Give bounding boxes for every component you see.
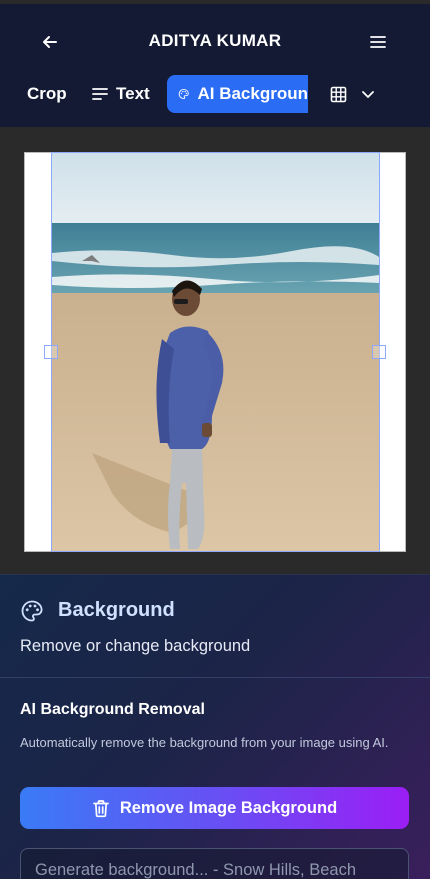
section-title: AI Background Removal (20, 701, 205, 718)
background-panel: Background Remove or change background A… (0, 574, 430, 879)
tab-text[interactable]: Text (92, 75, 150, 113)
tab-crop-label: Crop (27, 84, 67, 103)
panel-divider (0, 677, 430, 678)
photo-image[interactable] (51, 152, 380, 552)
remove-background-label: Remove Image Background (119, 798, 338, 817)
grid-icon (330, 86, 347, 102)
tool-tabs: Crop Text AI Backgroun (0, 75, 430, 113)
panel-subtitle: Remove or change background (20, 637, 251, 655)
menu-button[interactable] (364, 28, 392, 56)
resize-handle-left[interactable] (44, 345, 58, 359)
palette-icon (21, 600, 43, 622)
tab-text-label: Text (116, 84, 150, 103)
beach-photo-illustration (52, 153, 379, 551)
header-row: ADITYA KUMAR (0, 24, 430, 60)
app-root: ADITYA KUMAR Crop Text AI Backgroun Back… (0, 0, 430, 879)
tab-more[interactable] (330, 75, 375, 113)
tab-ai-background[interactable]: AI Backgroun (167, 75, 308, 113)
tab-crop[interactable]: Crop (27, 75, 67, 113)
image-canvas[interactable] (24, 152, 406, 552)
text-align-icon (92, 88, 108, 100)
editor-canvas-area (0, 127, 430, 574)
palette-icon (178, 88, 189, 100)
top-bar: ADITYA KUMAR Crop Text AI Backgroun (0, 0, 430, 127)
generate-background-input[interactable] (20, 848, 409, 879)
resize-handle-right[interactable] (372, 345, 386, 359)
chevron-down-icon (362, 91, 374, 98)
panel-title: Background (58, 599, 175, 621)
remove-background-button[interactable]: Remove Image Background (20, 787, 409, 829)
trash-icon (92, 799, 109, 817)
tab-ai-background-label: AI Backgroun (197, 84, 308, 103)
section-description: Automatically remove the background from… (20, 735, 389, 750)
hamburger-menu-icon (370, 36, 386, 48)
